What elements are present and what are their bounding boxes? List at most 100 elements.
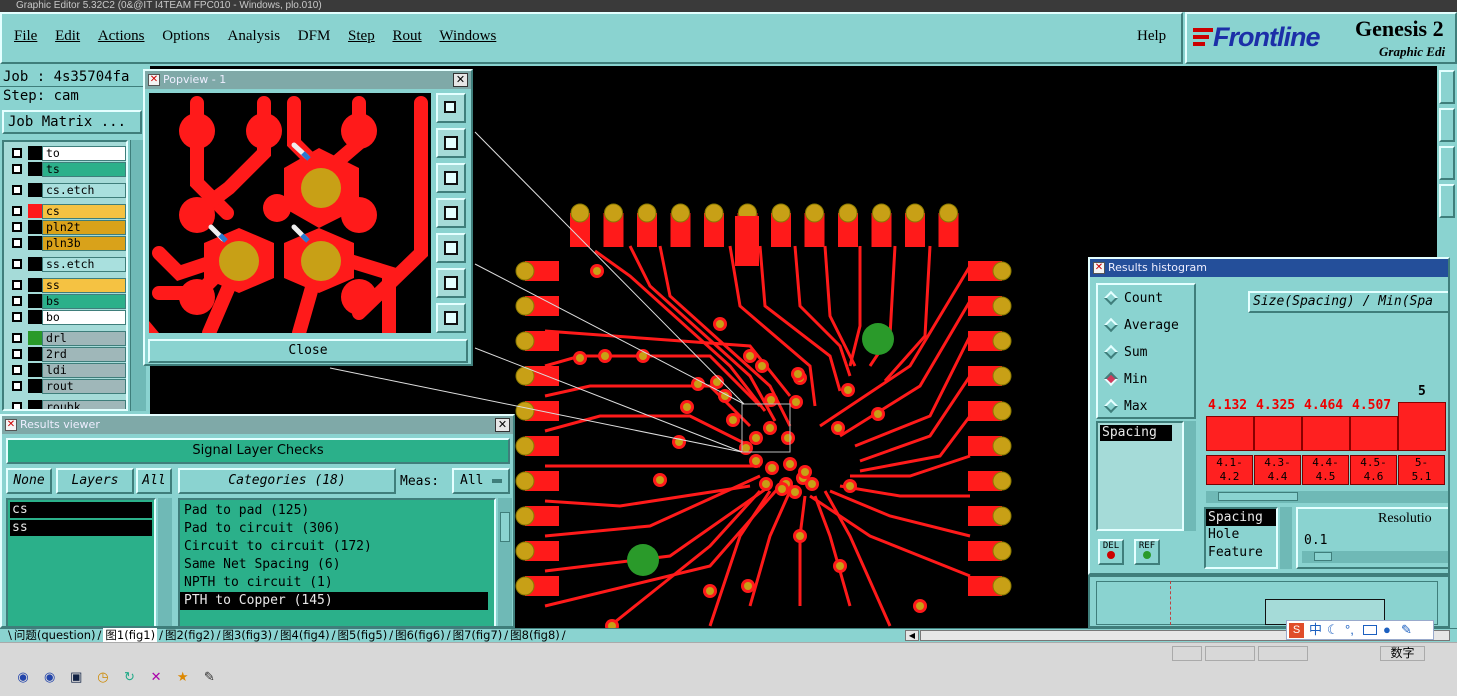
category-item[interactable]: NPTH to circuit (1) <box>180 574 494 592</box>
zoom-fit-button[interactable] <box>436 268 466 298</box>
category-item[interactable]: Circuit to circuit (172) <box>180 538 494 556</box>
layer-row-ss-etch[interactable]: ss.etch <box>10 257 126 272</box>
layer-name[interactable]: roubk <box>42 400 126 409</box>
menu-dfm[interactable]: DFM <box>298 28 331 45</box>
layer-name[interactable]: cs <box>42 204 126 219</box>
menu-file[interactable]: File <box>14 28 37 45</box>
moon-icon[interactable]: ☾ <box>1327 621 1339 639</box>
tab-8[interactable]: 图8(fig8) <box>510 628 560 642</box>
field-spacing[interactable]: Spacing <box>1206 509 1276 526</box>
layer-name[interactable]: ss.etch <box>42 257 126 272</box>
layer-result-cs[interactable]: cs <box>10 502 152 518</box>
layer-row-drl[interactable]: drl <box>10 331 126 346</box>
layer-name[interactable]: ss <box>42 278 126 293</box>
radio-icon[interactable] <box>1103 344 1119 360</box>
tab-scroll-left[interactable]: ◀ <box>905 630 919 641</box>
layer-checkbox[interactable] <box>12 148 22 158</box>
tab-7[interactable]: 图7(fig7) <box>453 628 503 642</box>
layer-row-bo[interactable]: bo <box>10 310 126 325</box>
layer-row-pln2t[interactable]: pln2t <box>10 220 126 235</box>
layer-row-to[interactable]: to <box>10 146 126 161</box>
layer-row-ss[interactable]: ss <box>10 278 126 293</box>
field-feature[interactable]: Feature <box>1206 544 1276 562</box>
none-button[interactable]: None <box>6 468 52 494</box>
layer-checkbox[interactable] <box>12 296 22 306</box>
layer-row-pln3b[interactable]: pln3b <box>10 236 126 251</box>
category-item[interactable]: PTH to Copper (145) <box>180 592 488 610</box>
pan-up-button[interactable] <box>436 128 466 158</box>
aggregate-option-average[interactable]: Average <box>1103 317 1179 333</box>
user-icon[interactable]: ● <box>1383 621 1391 639</box>
layer-name[interactable]: to <box>42 146 126 161</box>
layer-name[interactable]: ldi <box>42 363 126 378</box>
radio-icon[interactable] <box>1103 398 1119 414</box>
network-icon[interactable]: ◉ <box>41 668 59 686</box>
star-icon[interactable]: ★ <box>174 668 192 686</box>
category-item[interactable]: Same Net Spacing (6) <box>180 556 494 574</box>
keyboard-icon[interactable] <box>1363 625 1377 635</box>
histogram-scrollbar[interactable] <box>1206 491 1448 503</box>
tab-3[interactable]: 图3(fig3) <box>222 628 272 642</box>
histogram-bar[interactable] <box>1350 416 1398 451</box>
ime-toolbar[interactable]: S 中 ☾ °, ● ✎ <box>1286 620 1434 640</box>
layer-checkbox[interactable] <box>12 222 22 232</box>
close-x-icon[interactable]: ✕ <box>147 668 165 686</box>
ref-button[interactable]: REF <box>1134 539 1160 565</box>
zoom-out-button[interactable] <box>436 303 466 333</box>
refresh-icon[interactable]: ↻ <box>121 668 139 686</box>
histogram-item-list[interactable]: Spacing <box>1096 421 1184 531</box>
aggregate-option-max[interactable]: Max <box>1103 398 1147 414</box>
tab-2[interactable]: 图2(fig2) <box>165 628 215 642</box>
close-icon[interactable]: ✕ <box>495 418 510 432</box>
menu-options[interactable]: Options <box>162 28 210 45</box>
category-list[interactable]: Pad to pad (125) Pad to circuit (306) Circ… <box>178 498 496 626</box>
pan-down-button[interactable] <box>436 163 466 193</box>
layer-name[interactable]: cs.etch <box>42 183 126 198</box>
menu-help[interactable]: Help <box>1137 28 1166 45</box>
histogram-item-spacing[interactable]: Spacing <box>1100 425 1172 441</box>
category-item[interactable]: Pad to circuit (306) <box>180 520 494 538</box>
layer-name[interactable]: bo <box>42 310 126 325</box>
layer-checkbox[interactable] <box>12 238 22 248</box>
histogram-bar[interactable] <box>1398 402 1446 451</box>
radio-icon[interactable] <box>1103 371 1119 387</box>
wrench-icon[interactable]: ✎ <box>1401 621 1412 639</box>
check-set-heading[interactable]: Signal Layer Checks <box>6 438 510 464</box>
tool-button-2[interactable] <box>1439 108 1455 142</box>
layer-checkbox[interactable] <box>12 164 22 174</box>
layer-row-ts[interactable]: ts <box>10 162 126 177</box>
field-hole[interactable]: Hole <box>1206 526 1276 544</box>
tab-1[interactable]: 图1(fig1) <box>103 628 158 642</box>
layer-row-bs[interactable]: bs <box>10 294 126 309</box>
field-list[interactable]: Spacing Hole Feature <box>1204 507 1278 569</box>
aggregate-option-min[interactable]: Min <box>1103 371 1147 387</box>
layer-result-ss[interactable]: ss <box>10 520 152 536</box>
layer-checkbox[interactable] <box>12 381 22 391</box>
histogram-bar[interactable] <box>1206 416 1254 451</box>
zoom-in-button[interactable] <box>436 93 466 123</box>
layer-name[interactable]: drl <box>42 331 126 346</box>
layer-checkbox[interactable] <box>12 365 22 375</box>
ime-chinese-mode[interactable]: 中 <box>1309 621 1322 639</box>
layer-name[interactable]: ts <box>42 162 126 177</box>
del-button[interactable]: DEL <box>1098 539 1124 565</box>
layer-row-2rd[interactable]: 2rd <box>10 347 126 362</box>
pan-right-button[interactable] <box>436 233 466 263</box>
tab-0[interactable]: 问题(question) <box>14 628 96 642</box>
layer-checkbox[interactable] <box>12 206 22 216</box>
layer-checkbox[interactable] <box>12 349 22 359</box>
layer-row-cs[interactable]: cs <box>10 204 126 219</box>
menu-step[interactable]: Step <box>348 28 375 45</box>
layer-results-list[interactable]: cs ss <box>6 498 156 626</box>
punctuation-icon[interactable]: °, <box>1345 621 1354 639</box>
layer-row-ldi[interactable]: ldi <box>10 363 126 378</box>
layer-checkbox[interactable] <box>12 312 22 322</box>
category-item[interactable]: Pad to pad (125) <box>180 502 494 520</box>
layer-checkbox[interactable] <box>12 280 22 290</box>
close-icon[interactable]: ✕ <box>453 73 468 87</box>
histogram-bar[interactable] <box>1254 416 1302 451</box>
radio-icon[interactable] <box>1103 290 1119 306</box>
field-list-scrollbar[interactable] <box>1280 507 1292 569</box>
globe-icon[interactable]: ◉ <box>14 668 32 686</box>
layer-row-roubk[interactable]: roubk <box>10 400 126 409</box>
